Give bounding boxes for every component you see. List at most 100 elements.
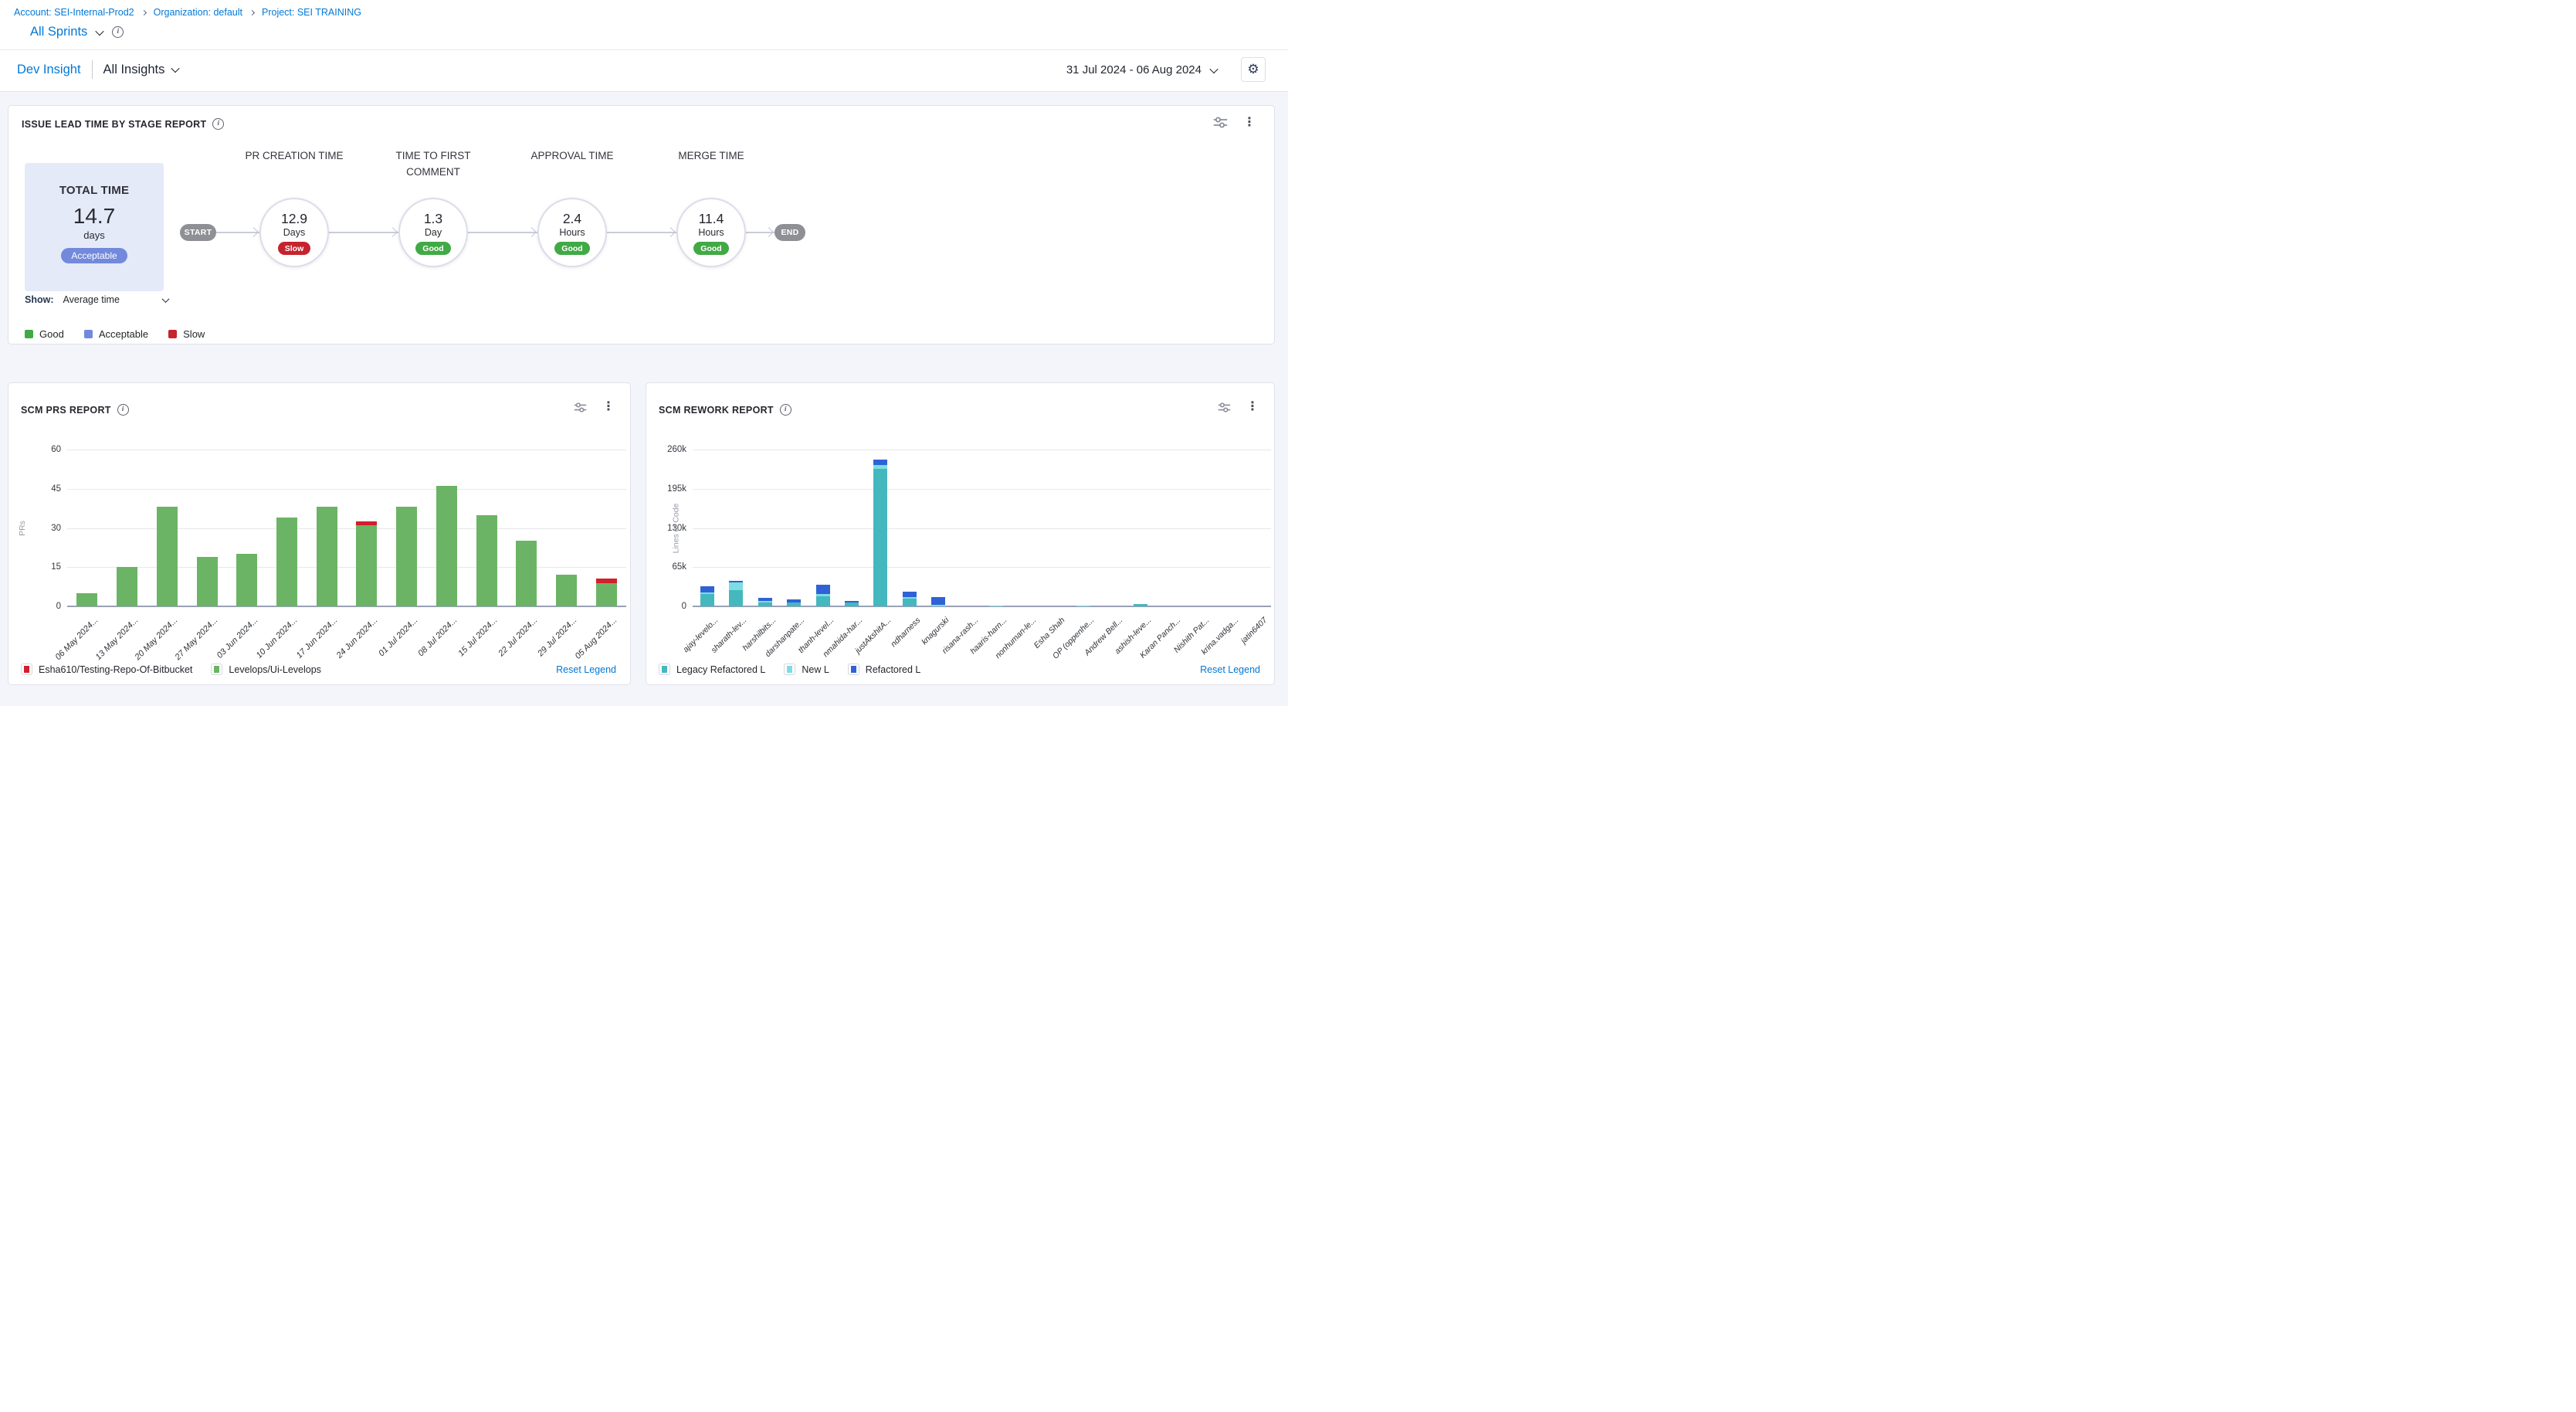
- stage-unit: Hours: [678, 227, 744, 238]
- y-axis-tick-label: 45: [33, 484, 61, 494]
- breadcrumb-link[interactable]: Project: SEI TRAINING: [262, 7, 361, 18]
- scm-prs-panel: SCM PRS REPORT i ⋮ 015304560PRs06 May 20…: [8, 382, 631, 685]
- y-axis-title: Lines of Code: [671, 504, 680, 554]
- legend-swatch: [848, 664, 859, 675]
- sprint-selector-label[interactable]: All Sprints: [30, 25, 87, 39]
- x-axis-tick-label: 17 Jun 2024...: [213, 616, 340, 706]
- scm-rework-panel: SCM REWORK REPORT i ⋮ 065k130k195k260kLi…: [646, 382, 1275, 685]
- x-axis-tick-label: 24 Jun 2024...: [253, 616, 379, 706]
- bar-segment: [758, 602, 772, 606]
- scm-prs-chart: 015304560PRs06 May 2024...13 May 2024...…: [8, 383, 630, 684]
- legend-swatch: [659, 664, 670, 675]
- chevron-down-icon: [1209, 64, 1218, 73]
- gridline: [67, 489, 626, 490]
- chevron-down-icon[interactable]: [96, 26, 104, 35]
- stage-circle[interactable]: 1.3DayGood: [398, 198, 468, 267]
- legend-item[interactable]: Esha610/Testing-Repo-Of-Bitbucket: [21, 664, 192, 675]
- x-axis-tick-label: 03 Jun 2024...: [133, 616, 259, 706]
- bar-segment: [700, 592, 714, 594]
- legend-swatch: [168, 330, 177, 338]
- x-axis-tick-label: 15 Jul 2024...: [372, 616, 499, 706]
- stage-name-label: APPROVAL TIME: [514, 148, 630, 164]
- legend-item[interactable]: Refactored L: [848, 664, 921, 675]
- gridline: [693, 528, 1271, 529]
- legend-item[interactable]: Legacy Refactored L: [659, 664, 765, 675]
- legend-label: Acceptable: [99, 328, 148, 340]
- x-axis-tick-label: 08 Jul 2024...: [333, 616, 459, 706]
- gridline: [693, 567, 1271, 568]
- info-icon[interactable]: i: [112, 26, 124, 38]
- reset-legend-link[interactable]: Reset Legend: [1200, 664, 1260, 675]
- reset-legend-link[interactable]: Reset Legend: [556, 664, 616, 675]
- stage-circle[interactable]: 2.4HoursGood: [537, 198, 607, 267]
- bar-segment: [787, 599, 801, 603]
- bar-segment: [729, 582, 743, 590]
- flow-arrow-icon: [527, 227, 537, 237]
- legend-swatch: [211, 664, 222, 675]
- chevron-down-icon: [171, 64, 180, 73]
- stage-value: 1.3: [400, 211, 466, 227]
- y-axis-title: PRs: [18, 521, 27, 536]
- x-axis-tick-label: 05 Aug 2024...: [493, 616, 619, 706]
- bar-segment: [556, 575, 577, 606]
- bar-segment: [197, 557, 218, 606]
- y-axis-tick-label: 195k: [659, 484, 686, 494]
- legend-item: Acceptable: [84, 328, 148, 340]
- scm-rework-legend: Legacy Refactored L New L Refactored L Rese…: [659, 664, 1260, 675]
- bar-segment: [758, 598, 772, 601]
- bar-segment: [845, 602, 859, 606]
- flow-arrow-icon: [388, 227, 398, 237]
- stage-circle[interactable]: 11.4Hours Good: [676, 198, 746, 267]
- y-axis-tick-label: 15: [33, 562, 61, 572]
- bar-segment: [873, 465, 887, 469]
- legend-item[interactable]: New L: [784, 664, 829, 675]
- stage-circle[interactable]: 12.9DaysSlow: [259, 198, 329, 267]
- bar-segment: [873, 469, 887, 606]
- scm-rework-chart: 065k130k195k260kLines of Codeajay-levelo…: [646, 383, 1274, 684]
- bar-segment: [816, 594, 830, 596]
- chevron-down-icon: [162, 295, 170, 303]
- insight-selector[interactable]: All Insights: [103, 63, 179, 77]
- stage-value: 11.4: [678, 211, 744, 227]
- stage-value: 2.4: [539, 211, 605, 227]
- settings-button[interactable]: ⚙: [1241, 57, 1266, 82]
- bar-segment: [157, 507, 178, 606]
- bar-segment: [356, 525, 377, 606]
- breadcrumb-link[interactable]: Organization: default: [154, 7, 242, 18]
- lead-time-panel: ISSUE LEAD TIME BY STAGE REPORT i ⋮ TOTA…: [8, 105, 1275, 345]
- legend-label: Slow: [183, 328, 205, 340]
- stage-unit: Hours: [539, 227, 605, 238]
- sprint-selector[interactable]: All Sprints i: [30, 25, 124, 39]
- stage-unit: Day: [400, 227, 466, 238]
- bar-segment: [873, 460, 887, 465]
- breadcrumb-separator-icon: [141, 9, 147, 15]
- x-axis-tick-label: 06 May 2024...: [0, 616, 100, 706]
- legend-swatch: [21, 664, 32, 675]
- bar-segment: [236, 554, 257, 606]
- x-axis-tick-label: 29 Jul 2024...: [452, 616, 579, 706]
- bar-segment: [436, 486, 457, 606]
- top-header: Account: SEI-Internal-Prod2 Organization:…: [0, 0, 1288, 92]
- rating-legend: GoodAcceptableSlow: [25, 328, 205, 340]
- y-axis-tick-label: 0: [33, 602, 61, 611]
- breadcrumb: Account: SEI-Internal-Prod2 Organization:…: [14, 7, 361, 18]
- stage-rating-badge: Good: [693, 242, 728, 255]
- flow-arrow-icon: [249, 227, 259, 237]
- vertical-divider: [92, 60, 93, 79]
- bar-segment: [816, 596, 830, 606]
- y-axis-tick-label: 260k: [659, 445, 686, 454]
- bar-segment: [276, 518, 297, 606]
- date-range-picker[interactable]: 31 Jul 2024 - 06 Aug 2024: [1066, 63, 1217, 76]
- bar-segment: [700, 586, 714, 592]
- gridline: [67, 567, 626, 568]
- bar-segment: [758, 601, 772, 602]
- y-axis-tick-label: 60: [33, 445, 61, 454]
- stage-name-label: MERGE TIME: [653, 148, 769, 164]
- legend-item: Slow: [168, 328, 205, 340]
- legend-item[interactable]: Levelops/Ui-Levelops: [211, 664, 321, 675]
- dev-insight-link[interactable]: Dev Insight: [17, 63, 81, 77]
- bar-segment: [931, 597, 945, 605]
- bar-segment: [76, 593, 97, 606]
- breadcrumb-link[interactable]: Account: SEI-Internal-Prod2: [14, 7, 134, 18]
- show-dropdown[interactable]: Show: Average time: [25, 294, 168, 305]
